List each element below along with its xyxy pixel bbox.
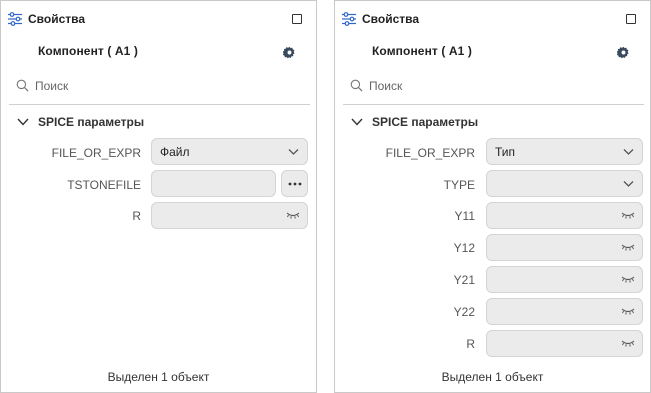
gear-icon[interactable]	[283, 46, 296, 59]
properties-panel: Свойства Компонент ( A1 ) SPICE параметр…	[0, 0, 317, 393]
hidden-eye-icon[interactable]	[621, 307, 635, 316]
chevron-down-icon	[623, 181, 634, 187]
search-bar	[9, 71, 310, 105]
search-bar	[343, 71, 644, 105]
chevron-down-icon	[623, 149, 634, 155]
dropdown-value: Файл	[160, 145, 190, 159]
property-label: Y22	[453, 305, 475, 319]
chevron-down-icon	[351, 118, 363, 126]
property-label: TSTONEFILE	[67, 178, 141, 192]
properties-panel: Свойства Компонент ( A1 ) SPICE параметр…	[334, 0, 651, 393]
y12-input[interactable]	[486, 234, 643, 261]
property-label: Y11	[454, 209, 475, 223]
hidden-eye-icon[interactable]	[621, 243, 635, 252]
ellipsis-icon	[288, 182, 302, 186]
y11-input[interactable]	[486, 202, 643, 229]
chevron-down-icon	[288, 149, 299, 155]
file-or-expr-dropdown[interactable]: Тип	[486, 138, 643, 165]
y21-input[interactable]	[486, 266, 643, 293]
property-label: Y21	[453, 273, 475, 287]
maximize-icon[interactable]	[292, 14, 302, 24]
search-icon	[350, 79, 363, 92]
dropdown-value: Тип	[495, 145, 516, 159]
search-input[interactable]	[369, 77, 569, 95]
maximize-icon[interactable]	[626, 14, 636, 24]
property-label: FILE_OR_EXPR	[385, 146, 475, 160]
search-input[interactable]	[35, 77, 235, 95]
property-label: TYPE	[443, 178, 475, 192]
type-dropdown[interactable]	[486, 170, 643, 197]
hidden-eye-icon[interactable]	[621, 339, 635, 348]
search-icon	[16, 79, 29, 92]
property-label: R	[132, 209, 141, 223]
properties-sliders-icon	[8, 12, 22, 26]
group-title: SPICE параметры	[38, 115, 145, 129]
component-name: Компонент ( A1 )	[372, 44, 472, 58]
property-label: R	[466, 337, 475, 351]
panel-title: Свойства	[28, 12, 86, 26]
panel-header: Свойства	[335, 1, 650, 37]
browse-file-button[interactable]	[281, 170, 308, 197]
gear-icon[interactable]	[617, 46, 630, 59]
hidden-eye-icon[interactable]	[621, 275, 635, 284]
file-or-expr-dropdown[interactable]: Файл	[151, 138, 308, 165]
hidden-eye-icon[interactable]	[621, 211, 635, 220]
selection-status: Выделен 1 объект	[107, 370, 210, 384]
property-label: FILE_OR_EXPR	[51, 146, 141, 160]
panel-header: Свойства	[1, 1, 316, 37]
selection-status: Выделен 1 объект	[441, 370, 544, 384]
chevron-down-icon	[17, 118, 29, 126]
tstonefile-input[interactable]	[151, 170, 276, 197]
y22-input[interactable]	[486, 298, 643, 325]
r-input[interactable]	[151, 202, 308, 229]
properties-sliders-icon	[342, 12, 356, 26]
property-label: Y12	[453, 241, 475, 255]
r-input[interactable]	[486, 330, 643, 357]
group-title: SPICE параметры	[372, 115, 479, 129]
panel-title: Свойства	[362, 12, 420, 26]
hidden-eye-icon[interactable]	[286, 211, 300, 220]
component-name: Компонент ( A1 )	[38, 44, 138, 58]
